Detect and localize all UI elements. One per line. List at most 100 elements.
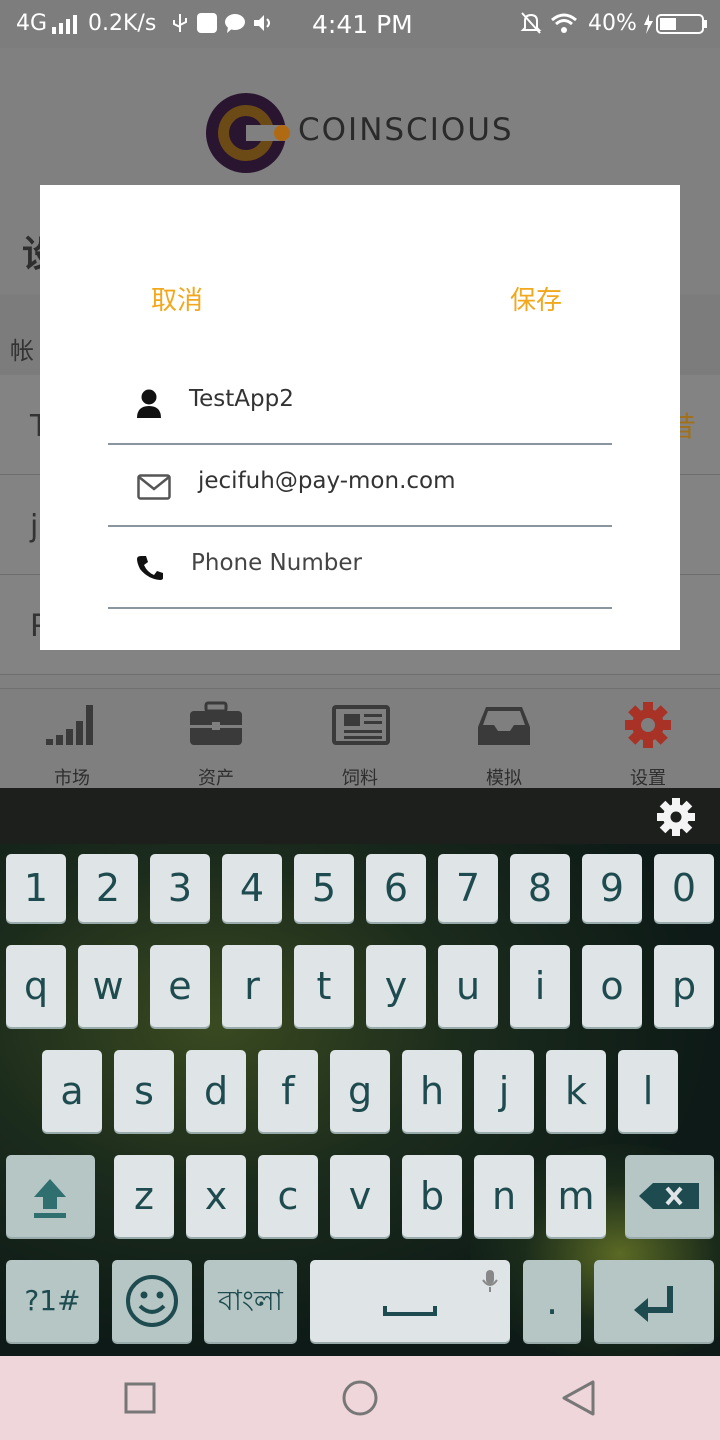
period-key[interactable]: . bbox=[523, 1260, 581, 1342]
key-b[interactable]: b bbox=[402, 1155, 462, 1237]
status-bar: 4G 0.2K/s 4:41 PM 40% bbox=[0, 0, 720, 48]
key-2[interactable]: 2 bbox=[78, 854, 138, 922]
key-3[interactable]: 3 bbox=[150, 854, 210, 922]
key-g[interactable]: g bbox=[330, 1050, 390, 1132]
shift-key[interactable] bbox=[6, 1155, 95, 1237]
home-circle-icon[interactable] bbox=[342, 1380, 378, 1420]
battery-icon bbox=[643, 12, 709, 42]
network-speed: 0.2K/s bbox=[88, 11, 157, 36]
key-k[interactable]: k bbox=[546, 1050, 606, 1132]
usb-icon bbox=[170, 12, 190, 40]
key-u[interactable]: u bbox=[438, 945, 498, 1027]
tab-market[interactable]: 市场 bbox=[0, 689, 144, 789]
key-6[interactable]: 6 bbox=[366, 854, 426, 922]
shift-arrow-icon bbox=[34, 1179, 66, 1218]
key-7[interactable]: 7 bbox=[438, 854, 498, 922]
enter-return-icon bbox=[634, 1286, 673, 1322]
key-t[interactable]: t bbox=[294, 945, 354, 1027]
briefcase-icon bbox=[190, 701, 242, 745]
key-r[interactable]: r bbox=[222, 945, 282, 1027]
key-s[interactable]: s bbox=[114, 1050, 174, 1132]
key-h[interactable]: h bbox=[402, 1050, 462, 1132]
key-o[interactable]: o bbox=[582, 945, 642, 1027]
key-i[interactable]: i bbox=[510, 945, 570, 1027]
key-q[interactable]: q bbox=[6, 945, 66, 1027]
envelope-icon bbox=[137, 474, 171, 504]
space-icon bbox=[383, 1270, 498, 1316]
system-navigation-bar bbox=[0, 1356, 720, 1440]
key-p[interactable]: p bbox=[654, 945, 714, 1027]
soft-keyboard: 1 2 3 4 5 6 7 8 9 0 q w e r t y u i o p … bbox=[0, 844, 720, 1356]
enter-key[interactable] bbox=[594, 1260, 714, 1342]
key-w[interactable]: w bbox=[78, 945, 138, 1027]
cancel-button[interactable]: 取消 bbox=[151, 280, 203, 317]
key-4[interactable]: 4 bbox=[222, 854, 282, 922]
key-8[interactable]: 8 bbox=[510, 854, 570, 922]
key-e[interactable]: e bbox=[150, 945, 210, 1027]
user-icon bbox=[136, 389, 162, 423]
tab-label: 设置 bbox=[630, 768, 666, 789]
keyboard-toolbar bbox=[0, 788, 720, 844]
wifi-icon bbox=[550, 12, 578, 40]
tab-settings[interactable]: 设置 bbox=[576, 689, 720, 789]
username-value[interactable]: TestApp2 bbox=[189, 386, 294, 412]
phone-field[interactable]: Phone Number bbox=[108, 527, 612, 609]
key-1[interactable]: 1 bbox=[6, 854, 66, 922]
app-notification-icon bbox=[196, 12, 218, 40]
spacebar-key[interactable] bbox=[310, 1260, 510, 1342]
key-f[interactable]: f bbox=[258, 1050, 318, 1132]
signal-icon bbox=[52, 14, 80, 40]
key-0[interactable]: 0 bbox=[654, 854, 714, 922]
save-button[interactable]: 保存 bbox=[510, 280, 562, 317]
message-icon bbox=[224, 12, 246, 40]
tab-assets[interactable]: 资产 bbox=[144, 689, 288, 789]
backspace-icon bbox=[639, 1183, 699, 1209]
key-l[interactable]: l bbox=[618, 1050, 678, 1132]
key-5[interactable]: 5 bbox=[294, 854, 354, 922]
emoji-key[interactable] bbox=[112, 1260, 192, 1342]
tab-feed[interactable]: 饲料 bbox=[288, 689, 432, 789]
key-c[interactable]: c bbox=[258, 1155, 318, 1237]
phone-icon bbox=[136, 555, 164, 585]
tab-label: 资产 bbox=[198, 768, 234, 789]
smiley-face-icon bbox=[126, 1275, 178, 1327]
email-field[interactable]: jecifuh@pay-mon.com bbox=[108, 445, 612, 527]
speaker-icon bbox=[252, 12, 274, 40]
signal-bars-icon bbox=[46, 705, 93, 745]
battery-percent: 40% bbox=[588, 11, 637, 36]
tab-label: 模拟 bbox=[486, 768, 522, 789]
back-triangle-icon[interactable] bbox=[560, 1380, 596, 1420]
recents-square-icon[interactable] bbox=[124, 1382, 156, 1418]
keyboard-settings-gear-icon[interactable] bbox=[656, 797, 696, 841]
edit-profile-dialog: 取消 保存 TestApp2 jecifuh@pay-mon.com Phone… bbox=[40, 185, 680, 650]
key-d[interactable]: d bbox=[186, 1050, 246, 1132]
inbox-tray-icon bbox=[478, 707, 530, 745]
key-y[interactable]: y bbox=[366, 945, 426, 1027]
key-j[interactable]: j bbox=[474, 1050, 534, 1132]
email-value[interactable]: jecifuh@pay-mon.com bbox=[198, 468, 456, 494]
key-9[interactable]: 9 bbox=[582, 854, 642, 922]
tab-simulation[interactable]: 模拟 bbox=[432, 689, 576, 789]
symbols-key[interactable]: ?1# bbox=[6, 1260, 99, 1342]
coinscious-logo-icon bbox=[204, 91, 294, 179]
key-m[interactable]: m bbox=[546, 1155, 606, 1237]
logo-text: COINSCIOUS bbox=[298, 112, 514, 148]
username-field[interactable]: TestApp2 bbox=[108, 363, 612, 445]
bottom-tab-bar: 市场 资产 饲料 模拟 设置 bbox=[0, 688, 720, 789]
key-v[interactable]: v bbox=[330, 1155, 390, 1237]
tab-label: 市场 bbox=[54, 768, 90, 789]
gear-icon bbox=[625, 702, 671, 748]
app-header: COINSCIOUS bbox=[0, 48, 720, 183]
newspaper-icon bbox=[332, 705, 390, 745]
key-x[interactable]: x bbox=[186, 1155, 246, 1237]
key-a[interactable]: a bbox=[42, 1050, 102, 1132]
mute-bell-icon bbox=[520, 11, 542, 41]
key-z[interactable]: z bbox=[114, 1155, 174, 1237]
network-type: 4G bbox=[16, 11, 48, 36]
backspace-key[interactable] bbox=[625, 1155, 714, 1237]
clock: 4:41 PM bbox=[312, 10, 413, 39]
tab-label: 饲料 bbox=[342, 768, 378, 789]
language-switch-key[interactable]: বাংলা bbox=[204, 1260, 297, 1342]
phone-placeholder[interactable]: Phone Number bbox=[191, 550, 362, 576]
key-n[interactable]: n bbox=[474, 1155, 534, 1237]
